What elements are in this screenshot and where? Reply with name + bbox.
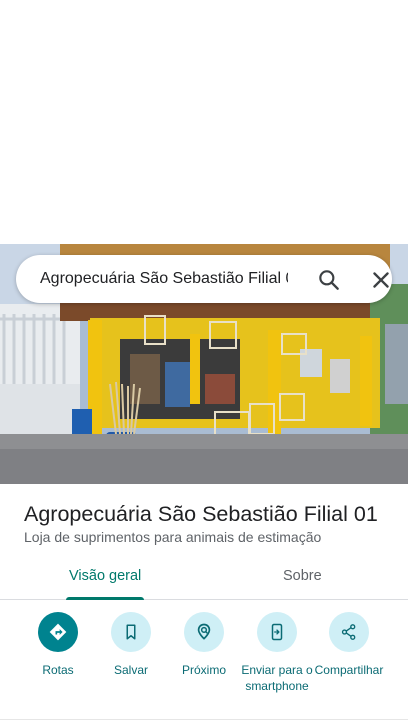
directions-button[interactable]: Rotas: [18, 612, 98, 678]
save-label: Salvar: [113, 663, 148, 677]
share-button[interactable]: Compartilhar: [309, 612, 389, 678]
directions-label: Rotas: [42, 663, 74, 677]
place-category[interactable]: Loja de suprimentos para animais de esti…: [24, 529, 321, 545]
save-button[interactable]: Salvar: [91, 612, 171, 678]
place-title: Agropecuária São Sebastião Filial 01: [24, 502, 378, 526]
close-icon[interactable]: [368, 267, 394, 293]
tab-about[interactable]: Sobre: [283, 568, 322, 584]
send-to-phone-button[interactable]: Enviar para o smartphone: [237, 612, 317, 694]
nearby-icon: [184, 612, 224, 652]
action-row: Rotas Salvar Próximo Enviar para o smart…: [0, 612, 408, 712]
search-icon[interactable]: [316, 267, 342, 293]
tab-bar: Visão geral Sobre: [0, 560, 408, 600]
send-to-phone-label: Enviar para o smartphone: [241, 663, 313, 693]
tab-overview[interactable]: Visão geral: [69, 568, 141, 584]
search-input[interactable]: Agropecuária São Sebastião Filial 01: [40, 270, 288, 288]
directions-icon: [38, 612, 78, 652]
share-label: Compartilhar: [314, 663, 384, 677]
divider: [0, 719, 408, 720]
tab-selected-indicator: [66, 597, 144, 600]
send-to-phone-icon: [257, 612, 297, 652]
share-icon: [329, 612, 369, 652]
place-sheet: Agropecuária São Sebastião Filial 01 Agr…: [0, 0, 408, 726]
search-bar[interactable]: Agropecuária São Sebastião Filial 01: [16, 255, 392, 303]
nearby-button[interactable]: Próximo: [164, 612, 244, 678]
bookmark-icon: [111, 612, 151, 652]
nearby-label: Próximo: [181, 663, 226, 677]
